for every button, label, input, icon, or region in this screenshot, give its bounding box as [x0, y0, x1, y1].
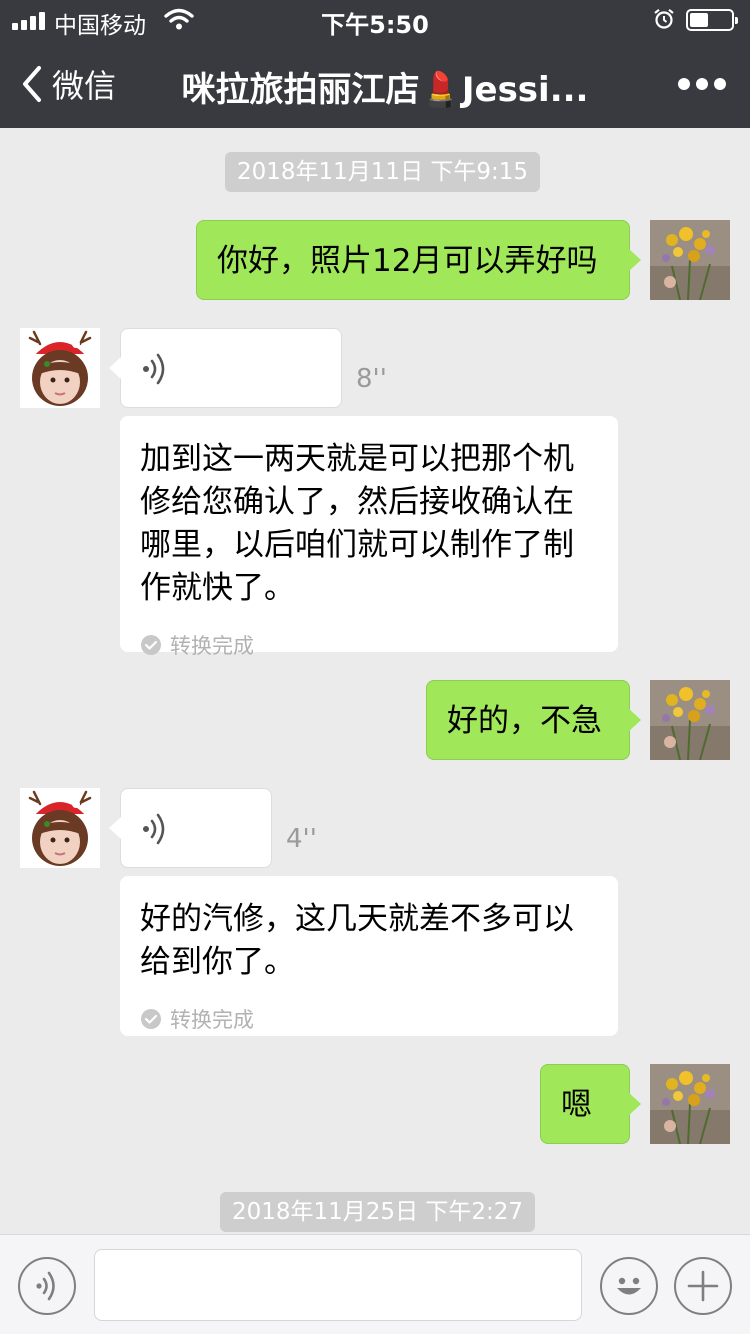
chevron-left-icon — [23, 66, 41, 102]
sent-message-bubble[interactable]: 好的，不急 — [426, 680, 641, 760]
my-avatar[interactable] — [650, 1064, 730, 1144]
nav-bar: 微信 咪拉旅拍丽江店💄Jessi... — [0, 40, 750, 128]
transcript-line: 作就快了。 — [140, 570, 295, 606]
my-avatar[interactable] — [650, 680, 730, 760]
plus-icon — [687, 1270, 719, 1302]
transcript-line: 好的汽修，这几天就差不多可以 — [140, 901, 574, 937]
transcript-line: 给到你了。 — [140, 944, 295, 980]
battery-icon — [686, 9, 738, 31]
voice-mode-button[interactable] — [18, 1257, 76, 1315]
conversion-status-text: 转换完成 — [170, 634, 254, 658]
message-text: 你好，照片12月可以弄好吗 — [217, 243, 598, 279]
back-label: 微信 — [52, 67, 117, 105]
conversion-status-text: 转换完成 — [170, 1008, 254, 1032]
transcript-text: 好的汽修，这几天就差不多可以 给到你了。 — [140, 898, 596, 984]
chat-area[interactable]: 2018年11月11日 下午9:15 你好，照片12月可以弄好吗 8'' 加到这… — [0, 128, 750, 1234]
voice-duration: 4'' — [286, 824, 317, 854]
contact-avatar[interactable] — [20, 328, 100, 408]
battery-level — [690, 13, 708, 27]
voice-mode-icon — [36, 1271, 55, 1301]
sent-message-bubble[interactable]: 你好，照片12月可以弄好吗 — [196, 220, 641, 300]
voice-message-bubble[interactable] — [109, 328, 342, 408]
my-avatar[interactable] — [650, 220, 730, 300]
transcript-text: 加到这一两天就是可以把那个机 修给您确认了，然后接收确认在 哪里，以后咱们就可以… — [140, 438, 596, 610]
top-bar: 中国移动 下午5:50 微信 咪拉旅拍丽江店💄Jessi... — [0, 0, 750, 128]
timestamp: 2018年11月11日 下午9:15 — [225, 152, 541, 192]
transcript-line: 修给您确认了，然后接收确认在 — [140, 484, 574, 520]
plus-button[interactable] — [674, 1257, 732, 1315]
voice-transcript[interactable]: 好的汽修，这几天就差不多可以 给到你了。 转换完成 — [120, 876, 618, 1036]
alarm-icon — [654, 8, 674, 29]
voice-message-bubble[interactable] — [109, 788, 272, 868]
voice-wave-icon — [143, 813, 165, 845]
check-circle-icon — [141, 1009, 161, 1029]
conversion-status: 转换完成 — [140, 630, 596, 660]
back-button[interactable]: 微信 — [20, 64, 117, 105]
status-bar: 中国移动 下午5:50 — [0, 0, 750, 40]
conversion-status: 转换完成 — [140, 1004, 596, 1034]
chat-title: 咪拉旅拍丽江店💄Jessi... — [181, 70, 589, 110]
contact-avatar[interactable] — [20, 788, 100, 868]
input-bar — [0, 1234, 750, 1334]
voice-transcript[interactable]: 加到这一两天就是可以把那个机 修给您确认了，然后接收确认在 哪里，以后咱们就可以… — [120, 416, 618, 658]
transcript-line: 哪里，以后咱们就可以制作了制 — [140, 527, 574, 563]
message-input[interactable] — [94, 1249, 582, 1321]
message-text: 好的，不急 — [447, 703, 602, 739]
message-text: 嗯 — [561, 1087, 592, 1123]
emoji-button[interactable] — [600, 1257, 658, 1315]
transcript-line: 加到这一两天就是可以把那个机 — [140, 441, 574, 477]
more-dots-icon[interactable] — [678, 78, 726, 90]
voice-duration: 8'' — [356, 364, 387, 394]
status-time: 下午5:50 — [321, 11, 429, 39]
emoji-icon — [617, 1277, 641, 1295]
sent-message-bubble[interactable]: 嗯 — [540, 1064, 641, 1144]
voice-wave-icon — [143, 353, 165, 385]
check-circle-icon — [141, 635, 161, 655]
timestamp: 2018年11月25日 下午2:27 — [220, 1192, 536, 1232]
